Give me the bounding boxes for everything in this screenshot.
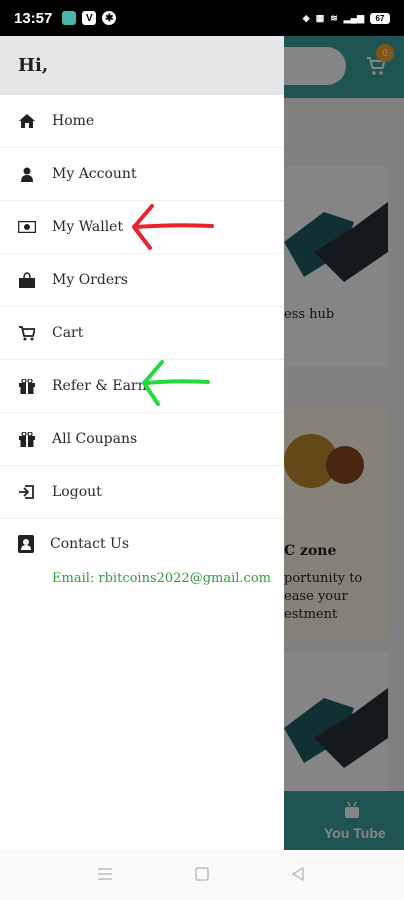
logout-icon <box>18 483 36 501</box>
menu-item-my-account[interactable]: My Account <box>0 148 284 201</box>
menu-item-label: Home <box>52 113 95 129</box>
cart-icon <box>18 324 36 342</box>
menu-item-cart[interactable]: Cart <box>0 307 284 360</box>
data-speed-icon: ▦ <box>315 12 325 23</box>
status-right-icons: ◈ ▦ ≋ ▂▄▆ 67 <box>302 12 390 24</box>
drawer-scrim[interactable] <box>284 36 404 850</box>
menu-item-all-coupans[interactable]: All Coupans <box>0 413 284 466</box>
menu-item-label: Logout <box>52 484 102 500</box>
menu-item-label: My Orders <box>52 272 128 288</box>
contact-section: Contact Us Email: rbitcoins2022@gmail.co… <box>0 519 284 586</box>
bag-icon <box>18 271 36 289</box>
greeting-text: Hi, <box>18 55 49 76</box>
menu-item-label: My Wallet <box>52 219 124 235</box>
contact-us-item[interactable]: Contact Us <box>18 535 284 553</box>
wifi-icon: ≋ <box>330 12 338 23</box>
person-icon <box>18 165 36 183</box>
signal-icon: ▂▄▆ <box>343 12 364 23</box>
menu-item-label: Cart <box>52 325 84 341</box>
menu-item-home[interactable]: Home <box>0 95 284 148</box>
home-icon <box>18 112 36 130</box>
hotspot-icon: ◈ <box>302 12 310 23</box>
drawer-header: Hi, <box>0 36 284 95</box>
contact-card-icon <box>18 535 34 553</box>
gift-icon <box>18 430 36 448</box>
status-bar: 13:57 V ✱ ◈ ▦ ≋ ▂▄▆ 67 <box>0 0 404 36</box>
status-notification-icons: V ✱ <box>62 11 117 25</box>
settings-notification-icon: ✱ <box>102 11 117 25</box>
menu-item-label: All Coupans <box>52 431 138 447</box>
menu-icon[interactable] <box>97 866 113 882</box>
menu-item-label: My Account <box>52 166 137 182</box>
system-nav-bar <box>0 850 404 900</box>
contact-email[interactable]: Email: rbitcoins2022@gmail.com <box>52 571 284 586</box>
home-button-icon[interactable] <box>195 866 209 882</box>
menu-item-logout[interactable]: Logout <box>0 466 284 519</box>
menu-item-label: Refer & Earn <box>52 378 147 394</box>
app-notification-icon <box>62 11 77 25</box>
navigation-drawer: Hi, Home My Account My Wallet My Orders … <box>0 36 284 850</box>
menu-item-my-orders[interactable]: My Orders <box>0 254 284 307</box>
gift-icon <box>18 377 36 395</box>
red-annotation-arrow <box>132 204 214 250</box>
wallet-icon <box>18 218 36 236</box>
green-annotation-arrow <box>142 360 210 406</box>
back-icon[interactable] <box>291 866 305 882</box>
status-time: 13:57 <box>14 9 53 27</box>
contact-us-label: Contact Us <box>50 536 130 552</box>
battery-icon: 67 <box>370 12 390 24</box>
v-app-icon: V <box>82 11 97 25</box>
